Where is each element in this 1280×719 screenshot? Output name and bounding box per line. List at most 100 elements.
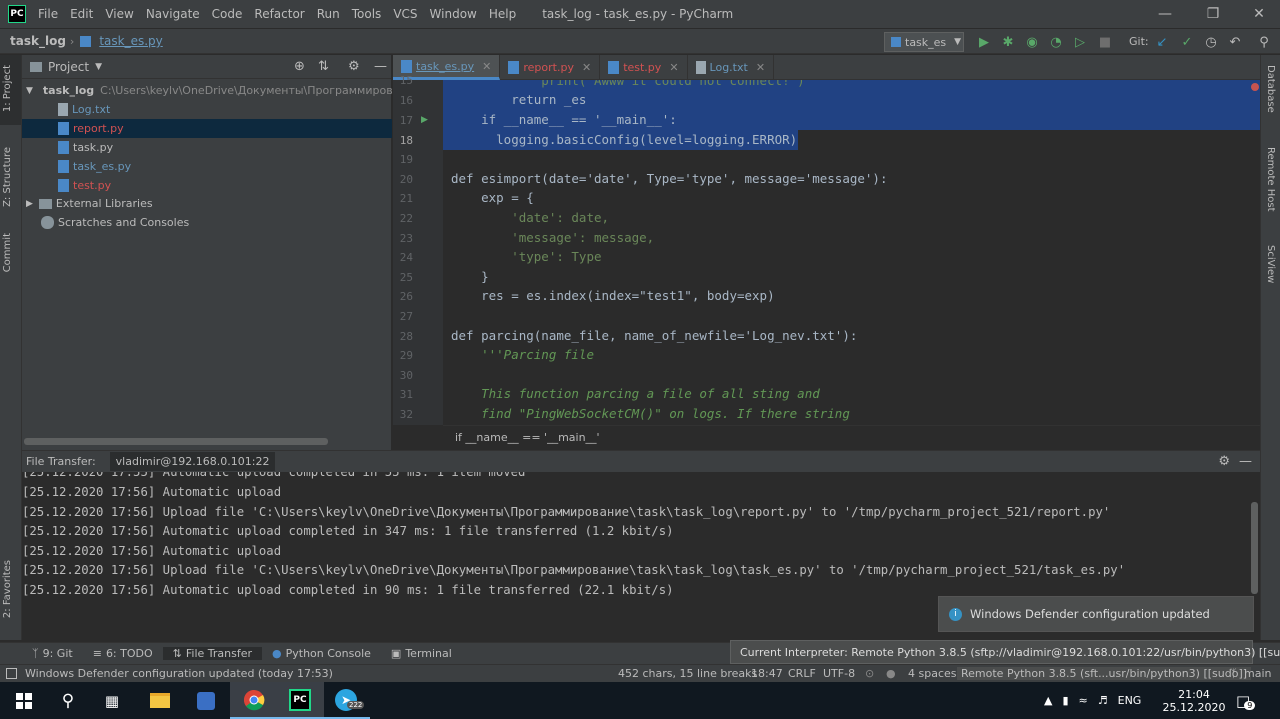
menu-vcs[interactable]: VCS [387, 7, 423, 21]
project-panel-title[interactable]: Project [48, 60, 89, 74]
error-marker-icon[interactable] [1251, 83, 1259, 91]
menu-help[interactable]: Help [483, 7, 522, 21]
git-update-icon[interactable]: ↙ [1154, 34, 1170, 50]
status-interpreter[interactable]: Remote Python 3.8.5 (sft...usr/bin/pytho… [957, 667, 1252, 680]
chevron-down-icon[interactable]: ▼ [95, 62, 102, 72]
tool-windows-toggle-icon[interactable] [6, 668, 17, 679]
close-tab-icon[interactable]: ✕ [669, 61, 678, 74]
breadcrumb-project[interactable]: task_log [0, 34, 70, 48]
tray-chevron-up-icon[interactable]: ▲ [1044, 694, 1052, 707]
notification-balloon[interactable]: i Windows Defender configuration updated [938, 596, 1254, 632]
tool-tab-git[interactable]: ᛉ 9: Git [22, 647, 83, 660]
status-indent[interactable]: 4 spaces [908, 667, 957, 680]
tool-tab-terminal[interactable]: ▣ Terminal [381, 647, 462, 660]
search-everywhere-icon[interactable]: ⚲ [1256, 34, 1272, 50]
project-tool-tab[interactable]: 1: Project [2, 65, 13, 112]
line-number: 18 [399, 134, 413, 147]
code-editor[interactable]: print('Awww it could not connect!') retu… [443, 80, 1260, 425]
battery-icon[interactable]: ▮ [1062, 694, 1068, 707]
minimize-icon[interactable]: — [1142, 0, 1188, 28]
file-explorer-icon[interactable] [136, 682, 184, 719]
clock[interactable]: 21:04 25.12.2020 [1163, 682, 1226, 719]
horizontal-scrollbar[interactable] [24, 438, 328, 445]
menu-edit[interactable]: Edit [64, 7, 99, 21]
debug-icon[interactable]: ✱ [1000, 34, 1016, 50]
tool-tab-todo[interactable]: ≡ 6: TODO [83, 647, 163, 660]
status-line-separator[interactable]: CRLF [788, 667, 816, 680]
run-gutter-icon[interactable]: ▶ [421, 115, 428, 125]
menu-tools[interactable]: Tools [346, 7, 388, 21]
database-tool-tab[interactable]: Database [1265, 65, 1276, 113]
console-line: [25.12.2020 17:56] Automatic upload [22, 485, 282, 499]
tree-item-external-libraries[interactable]: ▶ External Libraries [22, 194, 392, 213]
volume-icon[interactable]: ♬ [1098, 694, 1108, 707]
profile-icon[interactable]: ◔ [1048, 34, 1064, 50]
tab-log-txt[interactable]: Log.txt ✕ [688, 55, 775, 80]
menu-window[interactable]: Window [424, 7, 483, 21]
language-indicator[interactable]: ENG [1118, 694, 1142, 707]
locate-icon[interactable]: ⊕ [294, 59, 305, 74]
history-icon[interactable]: ◷ [1203, 34, 1219, 50]
library-icon [38, 198, 52, 209]
chrome-icon[interactable] [230, 682, 278, 719]
favorites-tool-tab[interactable]: 2: Favorites [2, 560, 13, 618]
close-tab-icon[interactable]: ✕ [482, 60, 491, 73]
tab-test-py[interactable]: test.py ✕ [600, 55, 688, 80]
collapse-all-icon[interactable]: ⇅ [318, 59, 329, 74]
pycharm-taskbar-icon[interactable]: PC [276, 682, 324, 719]
gear-icon[interactable]: ⚙ [1218, 454, 1230, 469]
status-encoding[interactable]: UTF-8 [823, 667, 855, 680]
menu-file[interactable]: File [32, 7, 64, 21]
status-message[interactable]: Windows Defender configuration updated (… [25, 667, 333, 680]
tool-tab-file-transfer[interactable]: ⇅ File Transfer [162, 647, 263, 660]
gear-icon[interactable]: ⚙ [348, 59, 360, 74]
wifi-icon[interactable]: ≈ [1079, 694, 1088, 707]
windows-start-icon[interactable] [0, 682, 48, 719]
search-icon[interactable]: ⚲ [44, 682, 92, 719]
concurrency-icon[interactable]: ▷ [1072, 34, 1088, 50]
readonly-lock-icon[interactable]: ⊙ [865, 667, 874, 680]
menu-code[interactable]: Code [206, 7, 249, 21]
structure-tool-tab[interactable]: Z: Structure [2, 147, 13, 207]
editor-breadcrumb[interactable]: if __name__ == '__main__' [443, 425, 1260, 450]
tree-item-test-py[interactable]: test.py [22, 176, 392, 195]
remote-host-tool-tab[interactable]: Remote Host [1265, 147, 1276, 212]
python-file-icon [58, 141, 69, 154]
close-icon[interactable]: ✕ [1236, 0, 1280, 28]
restore-icon[interactable]: ❐ [1190, 0, 1236, 28]
network-app-icon[interactable] [182, 682, 230, 719]
hide-icon[interactable]: — [374, 59, 387, 74]
tree-item-task-py[interactable]: task.py [22, 138, 392, 157]
close-tab-icon[interactable]: ✕ [582, 61, 591, 74]
commit-tool-tab[interactable]: Commit [2, 233, 13, 272]
git-commit-icon[interactable]: ✓ [1179, 34, 1195, 50]
close-tab-icon[interactable]: ✕ [756, 61, 765, 74]
menu-run[interactable]: Run [311, 7, 346, 21]
tool-tab-python-console[interactable]: ● Python Console [262, 647, 381, 660]
vertical-scrollbar[interactable] [1251, 502, 1258, 594]
stop-icon[interactable]: ■ [1097, 34, 1113, 50]
menu-view[interactable]: View [99, 7, 139, 21]
sciview-tool-tab[interactable]: SciView [1265, 245, 1276, 283]
coverage-icon[interactable]: ◉ [1024, 34, 1040, 50]
menu-refactor[interactable]: Refactor [248, 7, 310, 21]
tree-item-report-py[interactable]: report.py [22, 119, 392, 138]
connection-tab[interactable]: vladimir@192.168.0.101:22 [109, 452, 276, 471]
hide-icon[interactable]: — [1239, 454, 1252, 469]
status-caret-position[interactable]: 18:47 [751, 667, 783, 680]
tree-item-task-es-py[interactable]: task_es.py [22, 157, 392, 176]
task-view-icon[interactable]: ▦ [88, 682, 136, 719]
tree-item-log-txt[interactable]: Log.txt [22, 100, 392, 119]
tree-item-scratches[interactable]: Scratches and Consoles [22, 213, 392, 232]
rollback-icon[interactable]: ↶ [1227, 34, 1243, 50]
status-branch[interactable]: main [1244, 667, 1271, 680]
tree-root[interactable]: ▼ task_log C:\Users\keylv\OneDrive\Докум… [22, 81, 392, 100]
run-icon[interactable]: ▶ [976, 34, 992, 50]
breadcrumb-file[interactable]: task_es.py [95, 34, 162, 48]
action-center-icon[interactable]: □ 9 [1236, 682, 1256, 719]
run-config-select[interactable]: task_es ▼ [884, 32, 964, 52]
tab-report-py[interactable]: report.py ✕ [500, 55, 601, 80]
telegram-icon[interactable]: ➤ 222 [322, 682, 370, 719]
menu-navigate[interactable]: Navigate [140, 7, 206, 21]
inspection-icon[interactable]: ● [886, 667, 896, 680]
